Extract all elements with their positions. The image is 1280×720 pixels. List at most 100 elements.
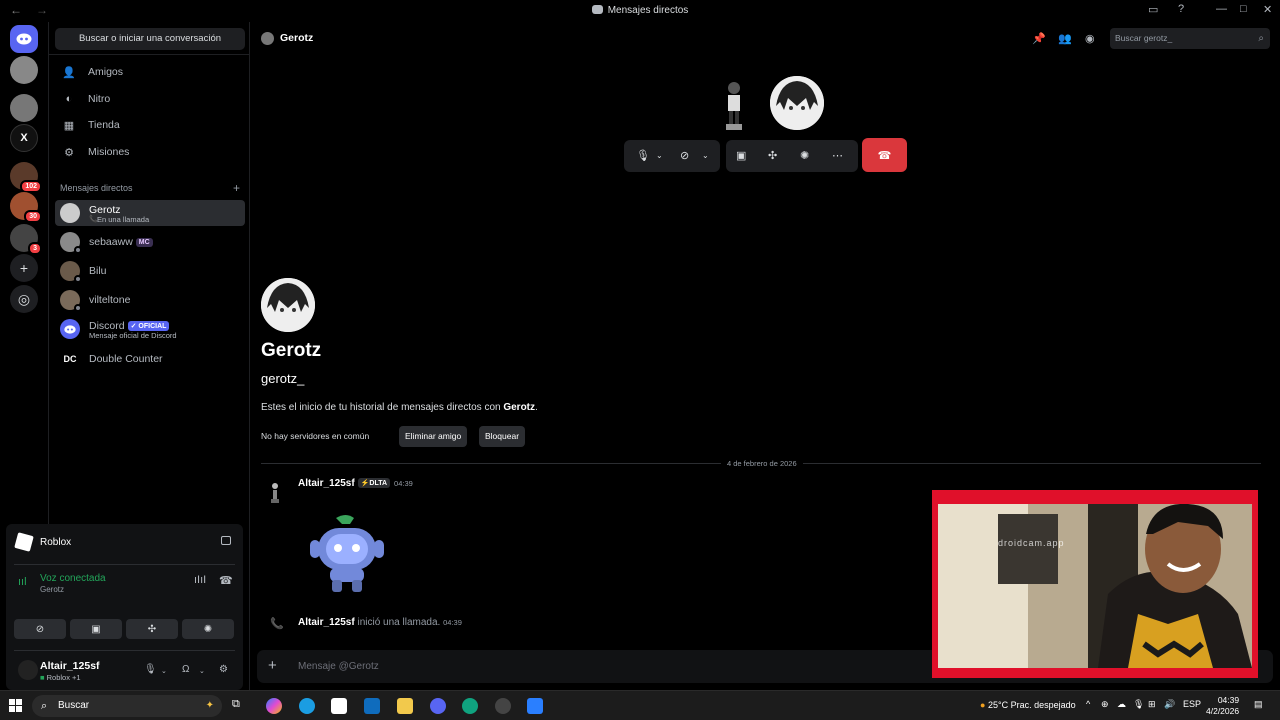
voice-status[interactable]: Voz conectada — [40, 573, 106, 584]
search-input[interactable]: Buscar gerotz_ ⌕ — [1110, 28, 1270, 49]
dm-item-sebaaww[interactable]: sebaaww MC — [55, 229, 245, 255]
roblox-icon — [14, 532, 34, 552]
screen-share-icon[interactable]: ▣ — [736, 149, 746, 162]
activity-game[interactable]: Roblox — [14, 532, 71, 552]
edge-icon[interactable] — [299, 698, 315, 714]
disconnect-icon[interactable]: ☎ — [219, 574, 233, 587]
date-divider: 4 de febrero de 2026 — [261, 459, 1261, 468]
tray-chevron-icon[interactable]: ^ — [1086, 699, 1090, 709]
current-user-name[interactable]: Altair_125sf — [40, 660, 100, 672]
clock[interactable]: 04:39 4/2/2026 — [1206, 695, 1239, 717]
activities-button[interactable]: ✣ — [126, 619, 178, 639]
copilot-sparkle-icon: ✦ — [205, 700, 214, 711]
screen-share-button[interactable]: ▣ — [70, 619, 122, 639]
outlook-icon[interactable] — [364, 698, 380, 714]
explore-icon[interactable]: ◎ — [10, 285, 38, 313]
voice-channel[interactable]: Gerotz — [40, 585, 64, 594]
chatgpt-icon[interactable] — [462, 698, 478, 714]
nav-item-shop[interactable]: ▦ Tienda — [55, 113, 245, 137]
copilot-icon[interactable] — [266, 698, 282, 714]
app-icon[interactable] — [527, 698, 543, 714]
chat-title[interactable]: Gerotz — [280, 32, 313, 44]
camera-off-icon[interactable]: ⊘ — [680, 149, 689, 162]
help-icon[interactable]: ? — [1178, 3, 1184, 15]
nav-item-quests[interactable]: ⚙ Misiones — [55, 140, 245, 164]
participant-avatar[interactable] — [770, 76, 824, 130]
droidcam-watermark: droidcam.app — [998, 538, 1065, 548]
find-conversation-button[interactable]: Buscar o iniciar una conversación — [55, 28, 245, 50]
more-options-icon[interactable]: ⋯ — [832, 149, 843, 162]
attach-icon[interactable]: + — [268, 657, 277, 674]
task-view-icon[interactable]: ⧉ — [232, 698, 248, 714]
quests-icon: ⚙ — [64, 146, 74, 159]
avatar[interactable] — [264, 480, 286, 506]
home-button[interactable] — [10, 25, 38, 53]
server-icon[interactable] — [10, 94, 38, 122]
minimize-button[interactable]: — — [1216, 3, 1227, 15]
add-friends-icon[interactable]: 👥 — [1058, 32, 1072, 45]
add-server-button[interactable]: + — [10, 254, 38, 282]
notifications-icon[interactable]: ▤ — [1254, 699, 1263, 710]
dm-item-gerotz[interactable]: Gerotz En una llamada 📞 — [55, 200, 245, 226]
dm-item-vilteltone[interactable]: vilteltone — [55, 287, 245, 313]
store-icon[interactable] — [331, 698, 347, 714]
volume-icon[interactable]: 🔊 — [1164, 699, 1175, 710]
close-button[interactable]: ✕ — [1263, 3, 1272, 16]
server-icon[interactable]: 30 — [10, 192, 42, 223]
github-desktop-icon[interactable] — [495, 698, 511, 714]
mutual-servers: No hay servidores en común — [261, 431, 370, 441]
microphone-icon[interactable]: 🎙 — [636, 149, 650, 162]
tray-app-icon[interactable]: ☁ — [1117, 699, 1126, 710]
server-icon[interactable]: 3 — [10, 224, 42, 255]
message-author[interactable]: Altair_125sf — [298, 478, 355, 489]
nav-item-friends[interactable]: 👤 Amigos — [55, 60, 245, 84]
block-button[interactable]: Bloquear — [479, 426, 526, 447]
nav-item-nitro[interactable]: ◐ Nitro — [55, 87, 245, 111]
language-indicator[interactable]: ESP — [1183, 699, 1201, 709]
dm-item-discord[interactable]: Discord ✓ OFICIAL Mensaje oficial de Disc… — [55, 316, 245, 342]
stream-icon[interactable] — [221, 536, 231, 545]
wumpus-sticker[interactable] — [306, 510, 388, 600]
taskbar-search[interactable]: ⌕ Buscar ✦ — [32, 695, 222, 717]
profile-avatar[interactable] — [261, 278, 315, 332]
activities-icon[interactable]: ✣ — [768, 149, 777, 162]
noise-suppression-icon[interactable]: ıIıI — [194, 574, 206, 586]
soundboard-icon[interactable]: ✺ — [800, 149, 809, 162]
dm-item-bilu[interactable]: Bilu — [55, 258, 245, 284]
settings-gear-icon[interactable]: ⚙ — [219, 664, 228, 675]
double-counter-icon: DC — [60, 349, 80, 369]
server-x[interactable]: X — [10, 124, 38, 152]
server-icon[interactable]: 102 — [10, 162, 42, 193]
message-input[interactable]: Mensaje @Gerotz — [298, 661, 379, 672]
create-dm-icon[interactable]: + — [233, 181, 240, 195]
remove-friend-button[interactable]: Eliminar amigo — [399, 426, 468, 447]
pin-icon[interactable]: 📌 — [1032, 32, 1046, 45]
chevron-down-icon[interactable]: ⌄ — [161, 667, 167, 675]
windows-start-icon[interactable] — [9, 699, 23, 713]
chat-header: Gerotz 📌 👥 ◉ Buscar gerotz_ ⌕ — [250, 22, 1280, 54]
user-profile-icon[interactable]: ◉ — [1085, 32, 1095, 45]
avatar[interactable] — [18, 660, 38, 680]
weather-widget[interactable]: ● 25°C Prac. despejado — [980, 700, 1076, 710]
soundboard-icon: ✺ — [203, 623, 213, 635]
chevron-down-icon[interactable]: ⌄ — [702, 151, 709, 160]
file-explorer-icon[interactable] — [397, 698, 413, 714]
divider — [49, 54, 251, 55]
search-icon: ⌕ — [1258, 33, 1264, 44]
camera-button[interactable]: ⊘ — [14, 619, 66, 639]
network-icon[interactable]: ⊞ — [1148, 699, 1156, 710]
soundboard-button[interactable]: ✺ — [182, 619, 234, 639]
maximize-button[interactable]: □ — [1240, 3, 1247, 15]
hang-up-button[interactable]: ☎ — [862, 138, 907, 172]
tray-mic-icon[interactable]: 🎙 — [1133, 699, 1144, 710]
chevron-down-icon[interactable]: ⌄ — [656, 151, 663, 160]
tray-app-icon[interactable]: ⊕ — [1101, 699, 1109, 710]
headphones-icon[interactable]: Ω — [182, 664, 189, 675]
chevron-down-icon[interactable]: ⌄ — [199, 667, 205, 675]
dm-item-double-counter[interactable]: DC Double Counter — [55, 346, 245, 372]
microphone-icon[interactable]: 🎙 — [144, 664, 157, 675]
server-icon[interactable] — [10, 56, 38, 84]
discord-taskbar-icon[interactable] — [430, 698, 446, 714]
inbox-icon[interactable]: ▭ — [1148, 3, 1158, 16]
participant-avatar[interactable] — [722, 80, 746, 132]
